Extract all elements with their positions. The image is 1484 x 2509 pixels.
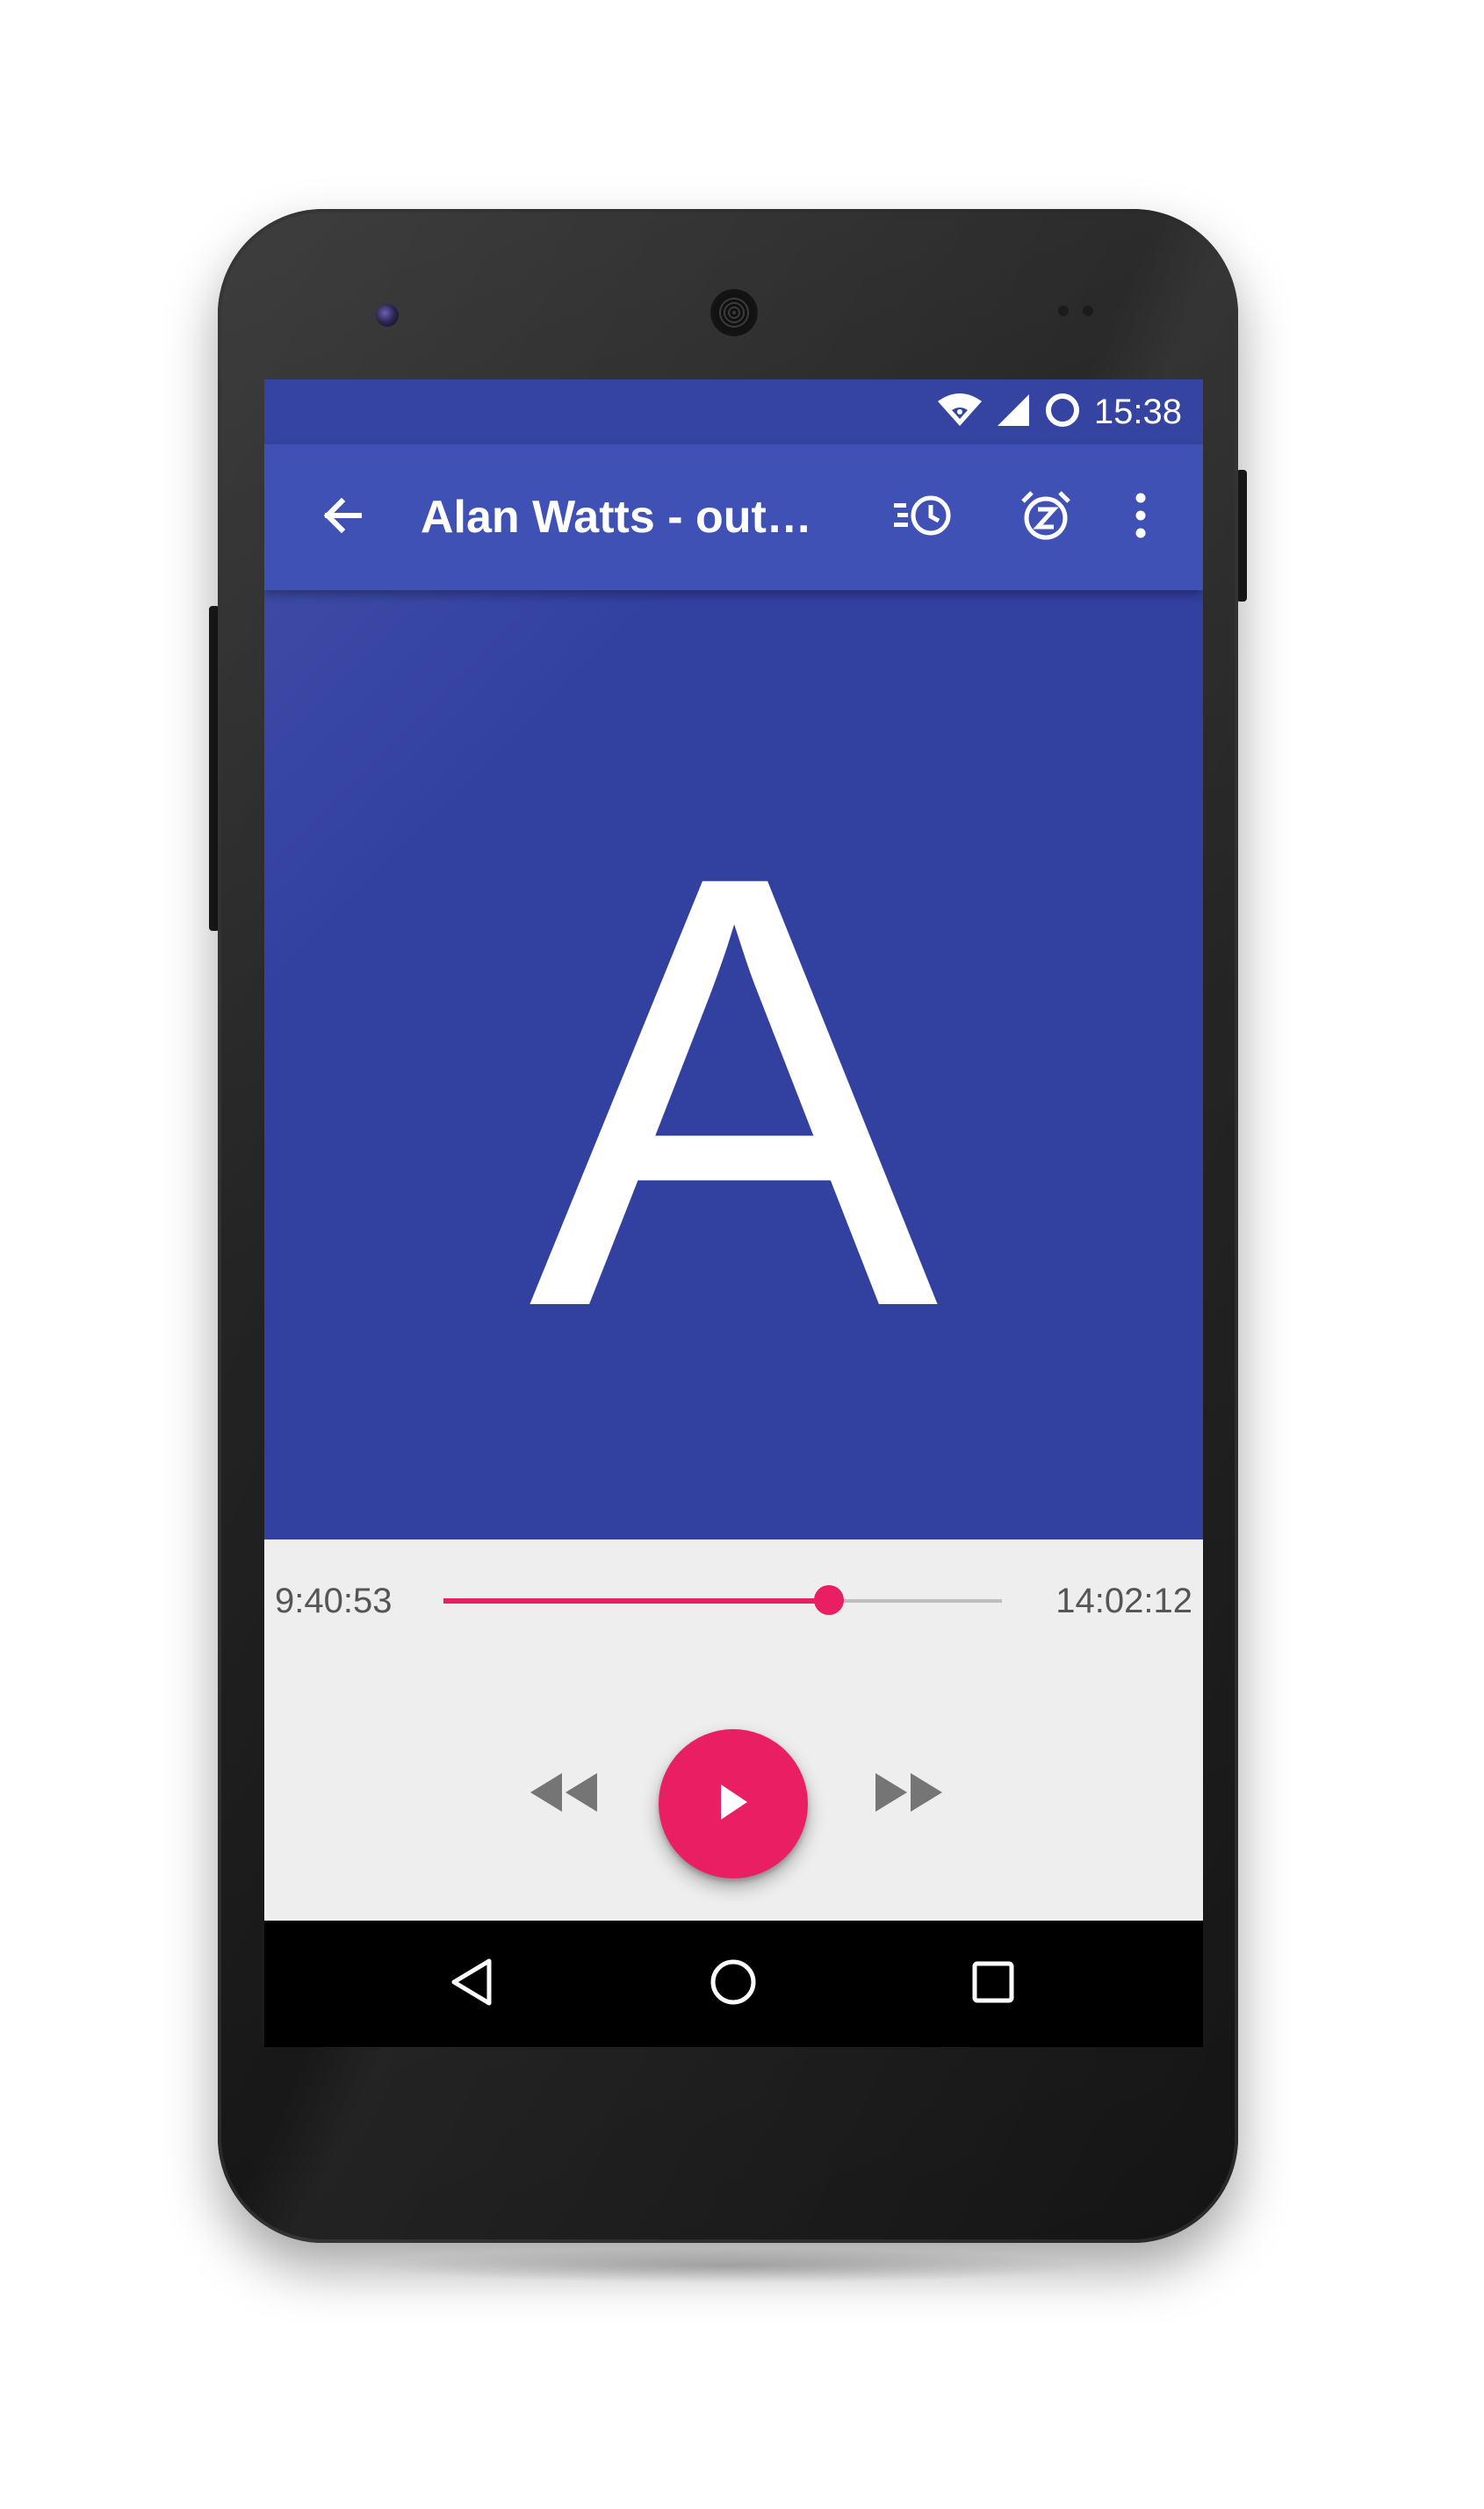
sleep-timer-icon	[1018, 487, 1074, 548]
cell-signal-icon	[996, 393, 1031, 432]
back-triangle-icon	[449, 1957, 494, 2011]
app-toolbar: Alan Watts - out…	[264, 444, 1203, 590]
nav-back-button[interactable]	[436, 1949, 507, 2019]
wifi-icon	[936, 393, 983, 432]
fast-forward-button[interactable]	[861, 1759, 957, 1829]
status-bar: 15:38	[264, 379, 1203, 444]
proximity-sensor	[1058, 306, 1069, 316]
cover-letter: A	[529, 747, 939, 1435]
seek-bar[interactable]	[443, 1585, 1002, 1615]
back-button[interactable]	[308, 482, 378, 552]
arrow-back-icon	[319, 491, 368, 544]
seek-thumb[interactable]	[813, 1585, 844, 1615]
player-panel: 9:40:53 14:02:12	[264, 1539, 1203, 1921]
play-icon	[716, 1783, 751, 1826]
rewind-icon	[527, 1770, 601, 1820]
rewind-button[interactable]	[515, 1759, 612, 1829]
more-options-button[interactable]	[1106, 482, 1176, 552]
system-nav-bar	[264, 1921, 1203, 2047]
page-title: Alan Watts - out…	[421, 492, 812, 543]
phone-screen: 15:38 Alan Watts - out… A 9:40:53 14:02:…	[264, 379, 1203, 2047]
phone-shadow	[369, 2248, 1089, 2283]
earpiece-speaker	[708, 286, 760, 339]
sleep-timer-button[interactable]	[1011, 482, 1081, 552]
more-vert-icon	[1132, 491, 1149, 544]
nav-recents-button[interactable]	[958, 1949, 1028, 2019]
cover-art: A	[264, 590, 1203, 1539]
recents-square-icon	[971, 1960, 1015, 2008]
playback-speed-button[interactable]	[888, 482, 958, 552]
seek-progress	[443, 1598, 829, 1604]
front-camera-icon	[376, 304, 399, 327]
data-saver-icon	[1043, 391, 1082, 434]
total-time: 14:02:12	[1055, 1582, 1192, 1620]
home-circle-icon	[709, 1957, 758, 2011]
status-icons: 15:38	[936, 379, 1182, 444]
light-sensor	[1083, 306, 1093, 316]
play-button[interactable]	[659, 1729, 808, 1878]
fast-forward-icon	[872, 1770, 946, 1820]
elapsed-time: 9:40:53	[275, 1582, 393, 1620]
nav-home-button[interactable]	[698, 1949, 768, 2019]
status-time: 15:38	[1093, 393, 1182, 431]
playback-speed-icon	[892, 491, 954, 544]
